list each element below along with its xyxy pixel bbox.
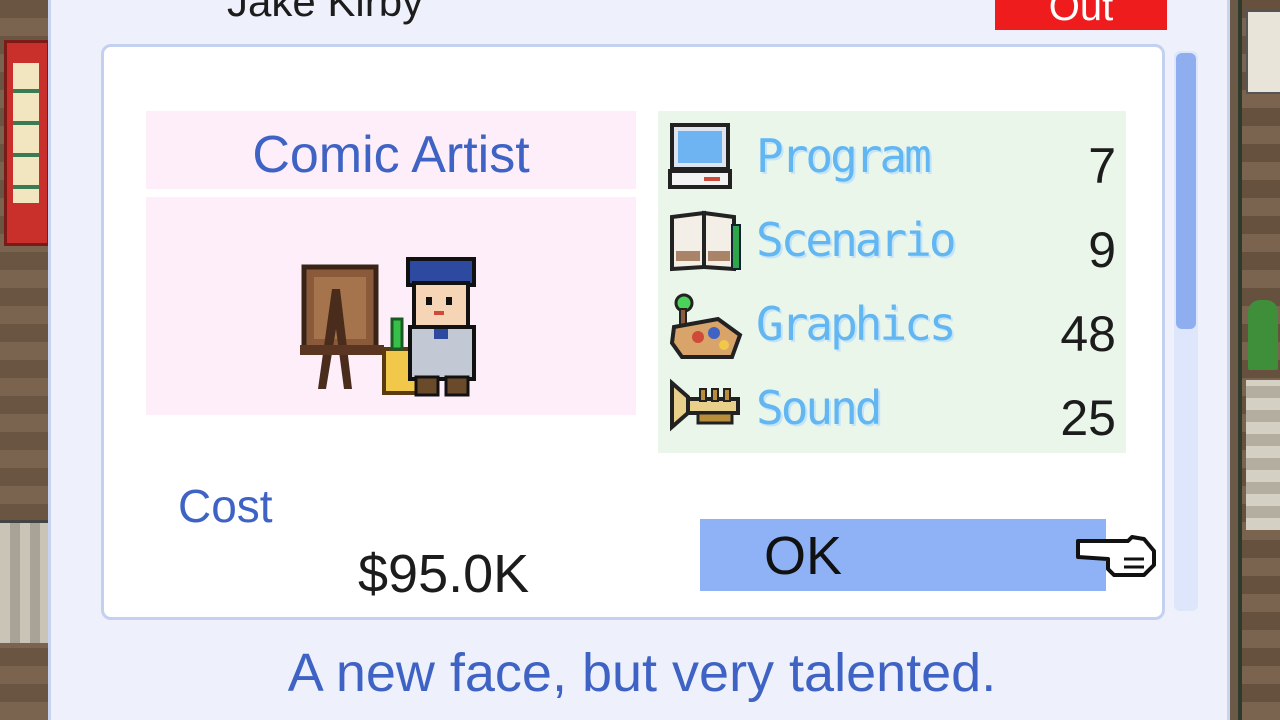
palette-icon [669, 293, 743, 359]
portrait-panel [146, 197, 636, 415]
stat-value: 25 [1060, 390, 1116, 446]
description-message: A new face, but very talented. [287, 643, 997, 703]
stat-row-program: Program 7 [658, 111, 1126, 195]
employee-card: Comic Artist Program 7 Scenario 9 Graphi… [101, 44, 1198, 620]
ok-label: OK [764, 526, 843, 586]
stat-label: Program [756, 129, 932, 183]
job-title: Comic Artist [252, 126, 530, 184]
game-scene-left [0, 0, 50, 720]
cabinet [1246, 10, 1280, 94]
job-title-panel: Comic Artist [146, 111, 636, 189]
game-scene-right [1238, 0, 1280, 720]
employee-name: Jake Kirby [227, 0, 424, 25]
stat-row-graphics: Graphics 48 [658, 279, 1126, 363]
stat-value: 7 [1088, 138, 1116, 194]
stat-value: 9 [1088, 222, 1116, 278]
stat-value: 48 [1060, 306, 1116, 362]
stat-label: Scenario [756, 213, 957, 267]
comic-artist-sprite [300, 257, 476, 397]
floor-tiles [1246, 380, 1280, 530]
stat-label: Sound [756, 381, 882, 435]
scrollbar-thumb[interactable] [1176, 53, 1196, 329]
stats-panel: Program 7 Scenario 9 Graphics 48 Sound 2… [658, 111, 1126, 453]
book-icon [670, 210, 741, 272]
pointing-hand-icon [1076, 535, 1156, 577]
computer-icon [668, 123, 732, 189]
trumpet-icon [670, 378, 740, 432]
cost-label: Cost [178, 480, 273, 532]
stat-row-scenario: Scenario 9 [658, 195, 1126, 279]
stat-row-sound: Sound 25 [658, 363, 1126, 447]
stat-label: Graphics [756, 297, 957, 351]
cost-value: $95.0K [358, 544, 530, 604]
floor-tiles [0, 520, 48, 643]
ok-button[interactable]: OK [700, 519, 1106, 591]
vending-shelf [4, 40, 50, 246]
hire-dialog: Jake Kirby Out Comic Artist Program 7 Sc… [48, 0, 1230, 720]
plant-pot [1248, 300, 1278, 370]
out-button[interactable]: Out [995, 0, 1167, 30]
